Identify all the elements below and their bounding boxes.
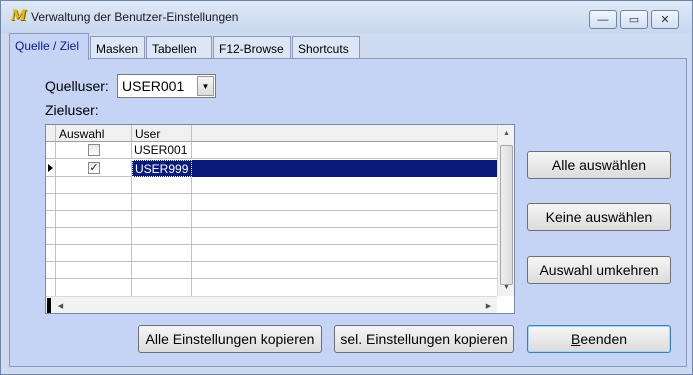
empty-row <box>46 211 497 228</box>
column-header-auswahl[interactable]: Auswahl <box>56 125 132 142</box>
user-cell[interactable]: USER999 <box>132 160 192 177</box>
tab-tabellen[interactable]: Tabellen <box>146 36 212 59</box>
minimize-button[interactable]: — <box>589 10 617 29</box>
scroll-left-icon[interactable]: ◀ <box>52 297 69 313</box>
exit-mnemonic: B <box>570 331 581 347</box>
empty-row <box>46 279 497 296</box>
scroll-down-icon[interactable]: ▼ <box>498 279 514 296</box>
exit-label: eenden <box>580 331 628 347</box>
tab-quelle-ziel[interactable]: Quelle / Ziel <box>9 33 89 60</box>
current-row-pointer-icon <box>48 164 53 172</box>
title-bar[interactable]: M Verwaltung der Benutzer-Einstellungen … <box>1 1 692 33</box>
filler-cell <box>192 142 497 159</box>
target-user-label: Zieluser: <box>45 102 99 118</box>
scroll-up-icon[interactable]: ▲ <box>498 125 514 142</box>
empty-row <box>46 262 497 279</box>
scroll-thumb[interactable] <box>500 145 513 285</box>
minimize-icon: — <box>597 13 609 26</box>
window-title: Verwaltung der Benutzer-Einstellungen <box>31 10 239 24</box>
user-cell[interactable]: USER001 <box>132 142 192 159</box>
table-row[interactable]: USER001 <box>46 142 497 159</box>
target-user-grid[interactable]: Auswahl User USER001 ✓ USER999 ▲ ▼ ◀ ▶ <box>45 124 515 314</box>
horizontal-scrollbar[interactable]: ◀ ▶ <box>46 296 497 313</box>
main-window: M Verwaltung der Benutzer-Einstellungen … <box>0 0 693 375</box>
select-all-button[interactable]: Alle auswählen <box>527 151 671 179</box>
maximize-button[interactable]: ▭ <box>620 10 648 29</box>
close-icon: ✕ <box>660 14 670 26</box>
tab-f12-browse[interactable]: F12-Browse <box>213 36 291 59</box>
row-checkbox[interactable]: ✓ <box>88 162 100 174</box>
copy-all-settings-button[interactable]: Alle Einstellungen kopieren <box>138 325 322 353</box>
scroll-right-icon[interactable]: ▶ <box>480 297 497 313</box>
empty-row <box>46 245 497 262</box>
vertical-scrollbar[interactable]: ▲ ▼ <box>497 125 514 296</box>
dropdown-arrow-icon[interactable]: ▼ <box>197 76 214 96</box>
column-header-user[interactable]: User <box>132 125 192 142</box>
empty-row <box>46 177 497 194</box>
close-button[interactable]: ✕ <box>651 10 679 29</box>
tab-strip: Quelle / Ziel Masken Tabellen F12-Browse… <box>9 33 689 60</box>
maximize-icon: ▭ <box>628 14 640 26</box>
app-logo-icon: M <box>11 8 27 24</box>
source-user-select[interactable]: USER001 ▼ <box>117 74 216 98</box>
row-indicator <box>46 142 56 159</box>
tab-masken[interactable]: Masken <box>90 36 145 59</box>
source-user-value: USER001 <box>122 78 185 94</box>
empty-row <box>46 194 497 211</box>
row-indicator <box>46 160 56 177</box>
copy-selected-settings-button[interactable]: sel. Einstellungen kopieren <box>334 325 514 353</box>
column-header-filler <box>192 125 497 142</box>
auswahl-cell[interactable] <box>56 142 132 159</box>
horizontal-scroll-thumb[interactable] <box>47 298 51 313</box>
empty-row <box>46 228 497 245</box>
tab-shortcuts[interactable]: Shortcuts <box>292 36 360 59</box>
row-checkbox[interactable] <box>88 144 100 156</box>
row-indicator-header <box>46 125 56 142</box>
invert-selection-button[interactable]: Auswahl umkehren <box>527 256 671 284</box>
exit-button[interactable]: Beenden <box>527 325 671 353</box>
source-user-label: Quelluser: <box>45 78 109 94</box>
table-row[interactable]: ✓ USER999 <box>46 160 497 177</box>
auswahl-cell[interactable]: ✓ <box>56 160 132 177</box>
filler-cell <box>192 160 497 177</box>
select-none-button[interactable]: Keine auswählen <box>527 203 671 231</box>
